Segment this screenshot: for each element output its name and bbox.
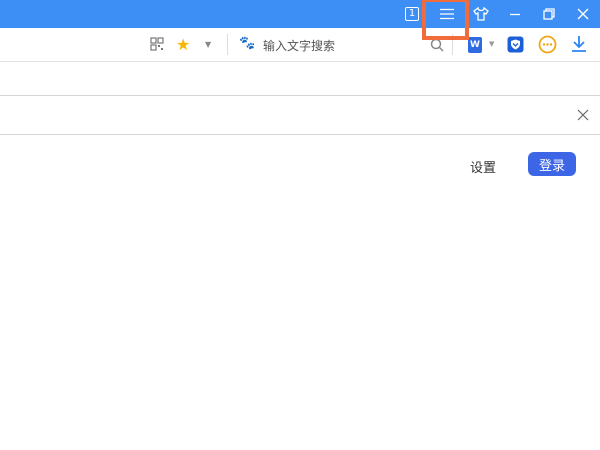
favorites-dropdown-icon[interactable]: ▼ <box>205 40 211 49</box>
more-dots-icon <box>538 35 557 54</box>
shirt-icon <box>473 7 489 21</box>
login-button[interactable]: 登录 <box>528 152 576 176</box>
close-button[interactable] <box>568 0 598 28</box>
notification-bar <box>0 95 600 135</box>
search-icon <box>430 38 444 52</box>
menu-highlight-box <box>422 0 469 40</box>
bar-close-button[interactable] <box>577 109 589 121</box>
search-input[interactable]: 输入文字搜索 <box>263 37 335 54</box>
skin-button[interactable] <box>466 0 496 28</box>
word-doc-icon[interactable]: W <box>468 37 482 53</box>
download-icon <box>572 36 586 52</box>
qr-code-button[interactable] <box>150 37 164 51</box>
search-engine-paw-icon[interactable]: 🐾 <box>239 36 255 51</box>
word-dropdown-icon[interactable]: ▼ <box>489 40 494 48</box>
search-button[interactable] <box>430 38 444 52</box>
more-button[interactable] <box>538 35 557 54</box>
qr-code-icon <box>150 37 164 51</box>
favorite-star-icon[interactable]: ★ <box>176 35 190 54</box>
close-icon <box>577 8 589 20</box>
address-toolbar: ★ ▼ 🐾 输入文字搜索 W ▼ <box>0 28 600 62</box>
minimize-icon <box>510 13 520 16</box>
divider <box>227 34 228 55</box>
download-button[interactable] <box>571 35 587 53</box>
shield-icon <box>507 36 524 53</box>
close-icon <box>577 109 589 121</box>
minimize-button[interactable] <box>500 0 530 28</box>
restore-icon <box>543 8 555 20</box>
title-bar: 1 <box>0 0 600 28</box>
tab-count-badge: 1 <box>404 7 420 21</box>
security-shield-button[interactable] <box>507 36 524 53</box>
settings-link[interactable]: 设置 <box>470 157 496 176</box>
restore-button[interactable] <box>534 0 564 28</box>
